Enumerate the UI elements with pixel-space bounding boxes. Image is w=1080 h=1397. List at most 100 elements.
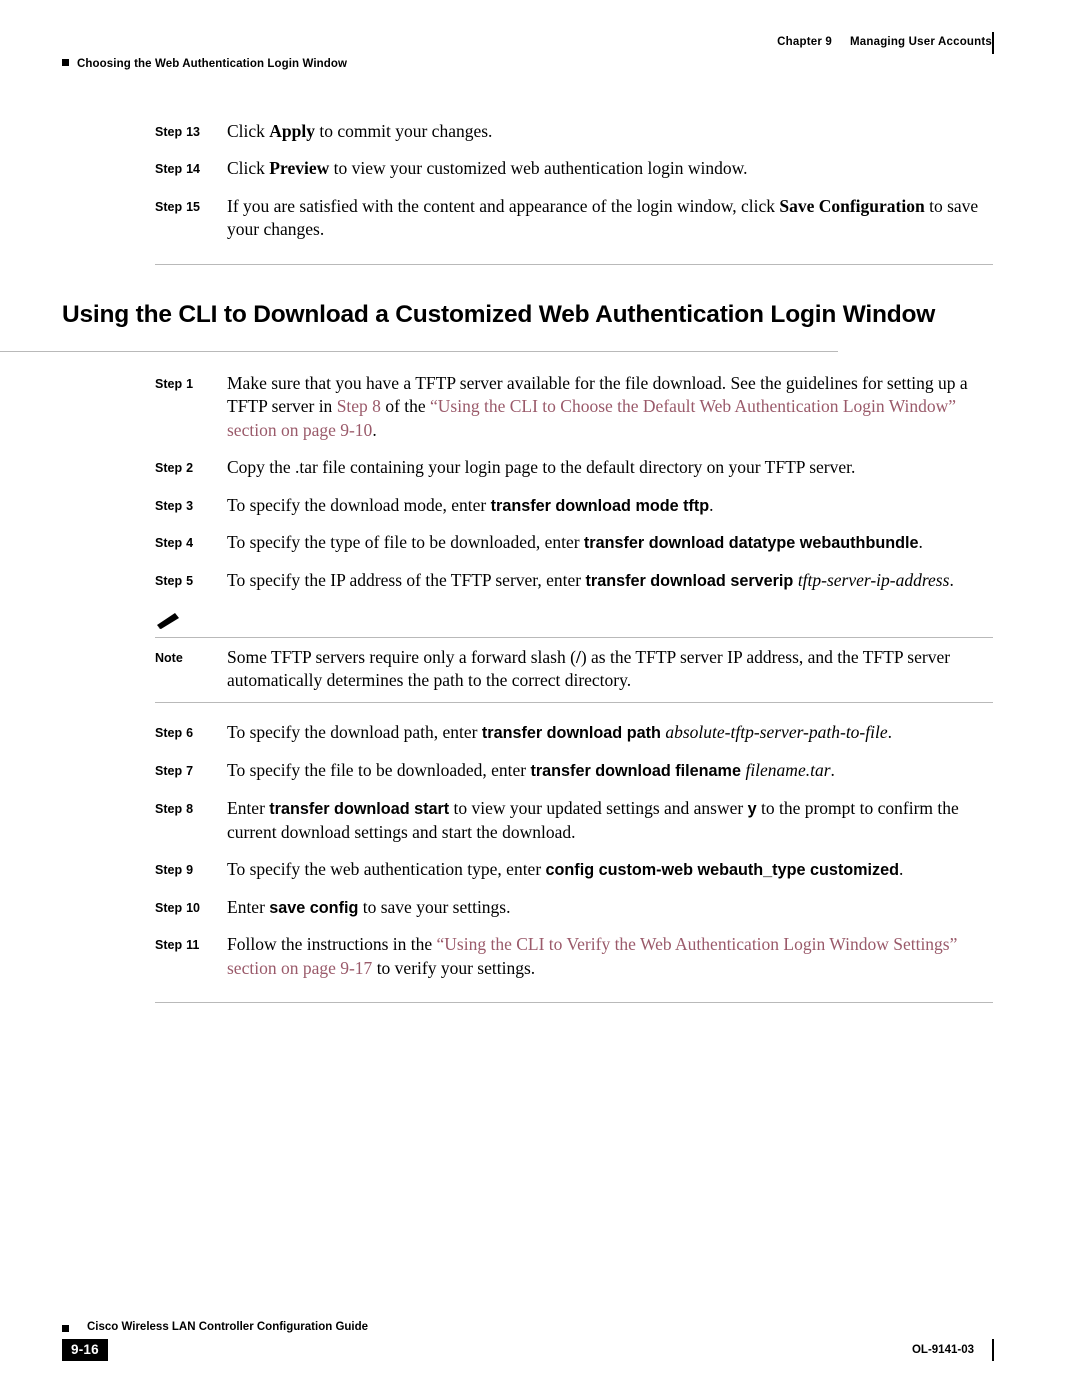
step-text: Enter transfer download start to view yo… [227, 797, 959, 842]
step-text: To specify the file to be downloaded, en… [227, 760, 835, 781]
cli-command: transfer download mode tftp [490, 496, 710, 515]
step-label: Step 14 [155, 157, 227, 178]
cli-command: config custom-web webauth_type customize… [545, 861, 900, 880]
footer-doc-title: Cisco Wireless LAN Controller Configurat… [87, 1321, 369, 1333]
step-row: Step 10 Enter save config to save your se… [155, 896, 993, 920]
step-text: Enter save config to save your settings. [227, 896, 511, 917]
step-label: Step 7 [155, 759, 227, 780]
cli-answer: y [747, 799, 757, 818]
step-text: If you are satisfied with the content an… [227, 195, 979, 240]
step-row: Step 2 Copy the .tar file containing your… [155, 456, 993, 479]
note-body: Note Some TFTP servers require only a fo… [155, 646, 993, 693]
step-label: Step 2 [155, 456, 227, 477]
step-word: Step [155, 726, 183, 741]
step-text: Follow the instructions in the “Using th… [227, 934, 958, 978]
step-number: 9 [186, 863, 194, 878]
step-row: Step 8 Enter transfer download start to v… [155, 797, 993, 844]
footer-right-rule [991, 1339, 994, 1361]
step-word: Step [155, 162, 183, 177]
note-bottom-rule [155, 702, 993, 704]
step-text: Copy the .tar file containing your login… [227, 457, 856, 478]
step-text: To specify the type of file to be downlo… [227, 532, 923, 553]
header-chapter-label: Chapter 9 [777, 36, 832, 48]
step-word: Step [155, 863, 183, 878]
note-pencil-icon [155, 611, 993, 635]
cli-command: transfer download filename [530, 762, 746, 781]
note-text: Some TFTP servers require only a forward… [227, 646, 951, 691]
step-number: 10 [186, 900, 200, 915]
step-row: Step 6 To specify the download path, ente… [155, 721, 993, 745]
section-end-rule [155, 1002, 993, 1004]
step-label: Step 10 [155, 896, 227, 917]
note-label: Note [155, 650, 183, 665]
step-text: To specify the web authentication type, … [227, 859, 904, 880]
step-label: Step 3 [155, 494, 227, 515]
bullet-square-icon [62, 59, 69, 66]
header-running-head: Choosing the Web Authentication Login Wi… [62, 58, 347, 70]
step-number: 8 [186, 801, 194, 816]
cli-command: transfer download start [269, 799, 450, 818]
step-row: Step 3 To specify the download mode, ente… [155, 494, 993, 518]
step-row: Step 4 To specify the type of file to be … [155, 531, 993, 555]
cli-command: save config [269, 898, 359, 917]
step-number: 7 [186, 764, 194, 779]
step-label: Step 1 [155, 372, 227, 393]
step-row: Step 5 To specify the IP address of the T… [155, 569, 993, 593]
header-chapter-title: Managing User Accounts [850, 36, 992, 48]
top-steps-block: Step 13 Click Apply to commit your change… [155, 120, 993, 265]
section-title-rule [0, 350, 838, 352]
step-row: Step 11 Follow the instructions in the “U… [155, 933, 993, 980]
step-text: Make sure that you have a TFTP server av… [227, 372, 968, 440]
step-word: Step [155, 764, 183, 779]
step-word: Step [155, 801, 183, 816]
step-number: 4 [186, 536, 194, 551]
section-divider-rule [155, 263, 993, 265]
step-number: 13 [186, 125, 200, 139]
step-number: 3 [186, 498, 194, 513]
step-text: Click Apply to commit your changes. [227, 121, 493, 141]
step-word: Step [155, 900, 183, 915]
step-row: Step 9 To specify the web authentication … [155, 858, 993, 882]
step-row: Step 1 Make sure that you have a TFTP ser… [155, 372, 993, 442]
step-word: Step [155, 938, 183, 953]
step-word: Step [155, 498, 183, 513]
cli-command: transfer download path [481, 724, 666, 743]
step-label: Step 11 [155, 933, 227, 954]
step-label: Step 4 [155, 531, 227, 552]
cli-variable: tftp-server-ip-address [797, 569, 950, 590]
page-content: Step 13 Click Apply to commit your change… [0, 120, 1080, 1004]
step-text: Click Preview to view your customized we… [227, 158, 748, 179]
step-word: Step [155, 573, 183, 588]
note-block: Note Some TFTP servers require only a fo… [155, 611, 993, 704]
step-label: Step 6 [155, 721, 227, 742]
step-word: Step [155, 376, 183, 391]
step-label: Step 13 [155, 120, 227, 141]
step-number: 14 [186, 162, 200, 177]
header-right-rule [991, 32, 994, 54]
cli-variable: filename.tar [745, 760, 831, 781]
cli-command: transfer download serverip [585, 571, 798, 590]
step-label: Step 8 [155, 797, 227, 818]
step-word: Step [155, 536, 183, 551]
cli-variable: absolute-tftp-server-path-to-file [665, 722, 888, 743]
step-row: Step 7 To specify the file to be download… [155, 759, 993, 783]
step-label: Step 15 [155, 195, 227, 216]
step-text: To specify the IP address of the TFTP se… [227, 569, 954, 590]
document-page: Chapter 9 Managing User Accounts Choosing… [0, 0, 1080, 1397]
step-text: To specify the download mode, enter tran… [227, 494, 714, 515]
step-number: 11 [186, 938, 200, 953]
step-text: To specify the download path, enter tran… [227, 722, 892, 743]
step-word: Step [155, 461, 183, 476]
cross-reference-link[interactable]: “Using the CLI to Verify the Web Authent… [227, 934, 957, 977]
cli-command: transfer download datatype webauthbundle [583, 534, 919, 553]
step-label: Step 5 [155, 569, 227, 590]
step-number: 15 [186, 199, 200, 214]
header-running-head-label: Choosing the Web Authentication Login Wi… [77, 58, 348, 70]
step-row: Step 13 Click Apply to commit your change… [155, 120, 993, 143]
step-number: 2 [186, 461, 194, 476]
footer-row: 9-16 OL-9141-03 [62, 1339, 994, 1361]
document-id: OL-9141-03 [911, 1344, 974, 1356]
cli-steps-block: Step 1 Make sure that you have a TFTP ser… [155, 372, 993, 593]
cross-reference-link[interactable]: Step 8 [337, 396, 381, 416]
step-word: Step [155, 199, 183, 214]
